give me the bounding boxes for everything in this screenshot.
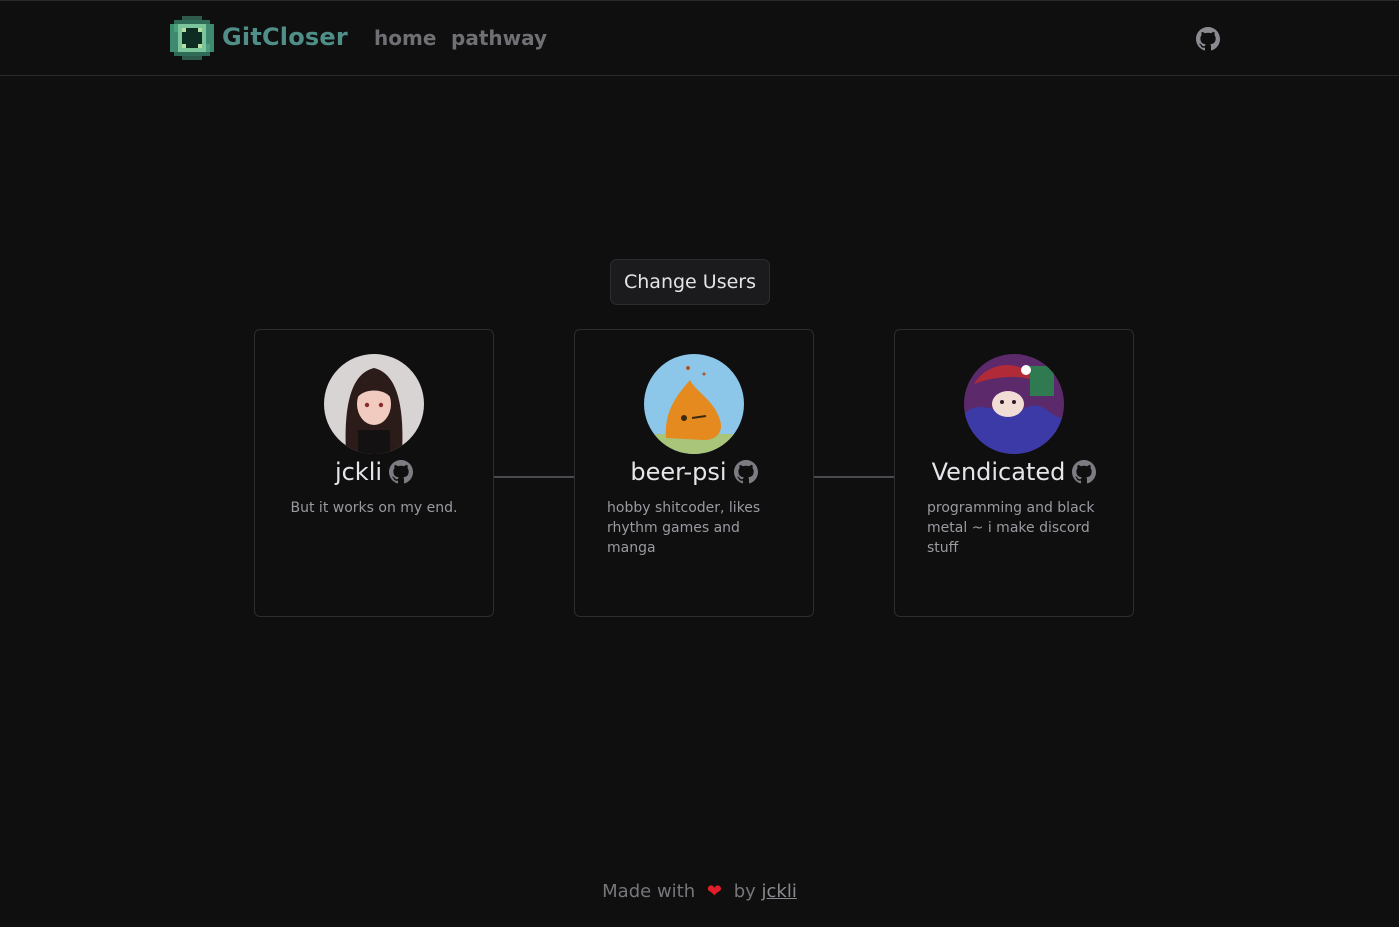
user-card: jckli But it works on my end. [254, 329, 494, 617]
top-navbar: GitCloser home pathway [0, 0, 1399, 76]
user-name[interactable]: Vendicated [932, 458, 1066, 486]
github-icon[interactable] [389, 460, 414, 484]
user-name[interactable]: beer-psi [630, 458, 726, 486]
user-name[interactable]: jckli [335, 458, 382, 486]
user-avatar[interactable] [324, 354, 424, 454]
change-users-button[interactable]: Change Users [610, 259, 770, 305]
github-icon[interactable] [733, 460, 758, 484]
user-name-row: Vendicated [895, 458, 1133, 486]
user-bio: But it works on my end. [290, 500, 458, 516]
user-name-row: jckli [255, 458, 493, 486]
user-card: beer-psi hobby shitcoder, likes rhythm g… [574, 329, 814, 617]
path-connector [814, 476, 895, 478]
user-bio: hobby shitcoder, likes rhythm games and … [607, 500, 761, 556]
user-avatar[interactable] [644, 354, 744, 454]
nav-home-link[interactable]: home [374, 26, 436, 50]
footer-by: by [733, 881, 756, 902]
user-card: Vendicated programming and black metal ~… [894, 329, 1134, 617]
github-icon[interactable] [1072, 460, 1097, 484]
path-connector [494, 476, 575, 478]
pixel-eye-icon[interactable] [170, 16, 214, 60]
footer: Made with ❤ by jckli [0, 881, 1399, 902]
user-bio: programming and black metal ~ i make dis… [927, 500, 1095, 556]
author-link[interactable]: jckli [762, 881, 797, 902]
user-name-row: beer-psi [575, 458, 813, 486]
heart-icon: ❤ [706, 881, 722, 902]
github-icon[interactable] [1196, 27, 1220, 51]
brand-title[interactable]: GitCloser [222, 23, 348, 51]
nav-pathway-link[interactable]: pathway [451, 26, 547, 50]
footer-prefix: Made with [602, 881, 696, 902]
user-avatar[interactable] [964, 354, 1064, 454]
